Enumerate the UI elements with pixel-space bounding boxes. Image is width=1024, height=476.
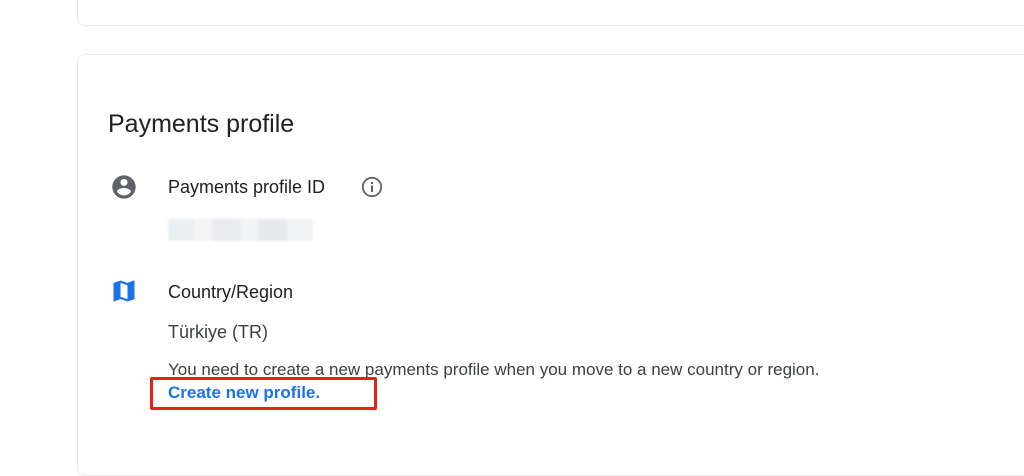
account-circle-icon xyxy=(112,175,136,199)
create-new-profile-link[interactable]: Create new profile. xyxy=(168,383,320,403)
previous-card xyxy=(77,0,1024,26)
card-title: Payments profile xyxy=(108,109,295,138)
payments-profile-id-label: Payments profile ID xyxy=(168,177,326,197)
country-help-text: You need to create a new payments profil… xyxy=(168,360,820,379)
map-icon xyxy=(113,280,135,302)
country-value: Türkiye (TR) xyxy=(168,322,268,342)
country-region-label: Country/Region xyxy=(168,282,294,302)
payments-profile-id-value-redacted xyxy=(168,219,313,241)
payments-profile-card: Payments profile Payments profile ID Cou… xyxy=(77,54,1024,476)
info-icon[interactable] xyxy=(360,175,384,199)
